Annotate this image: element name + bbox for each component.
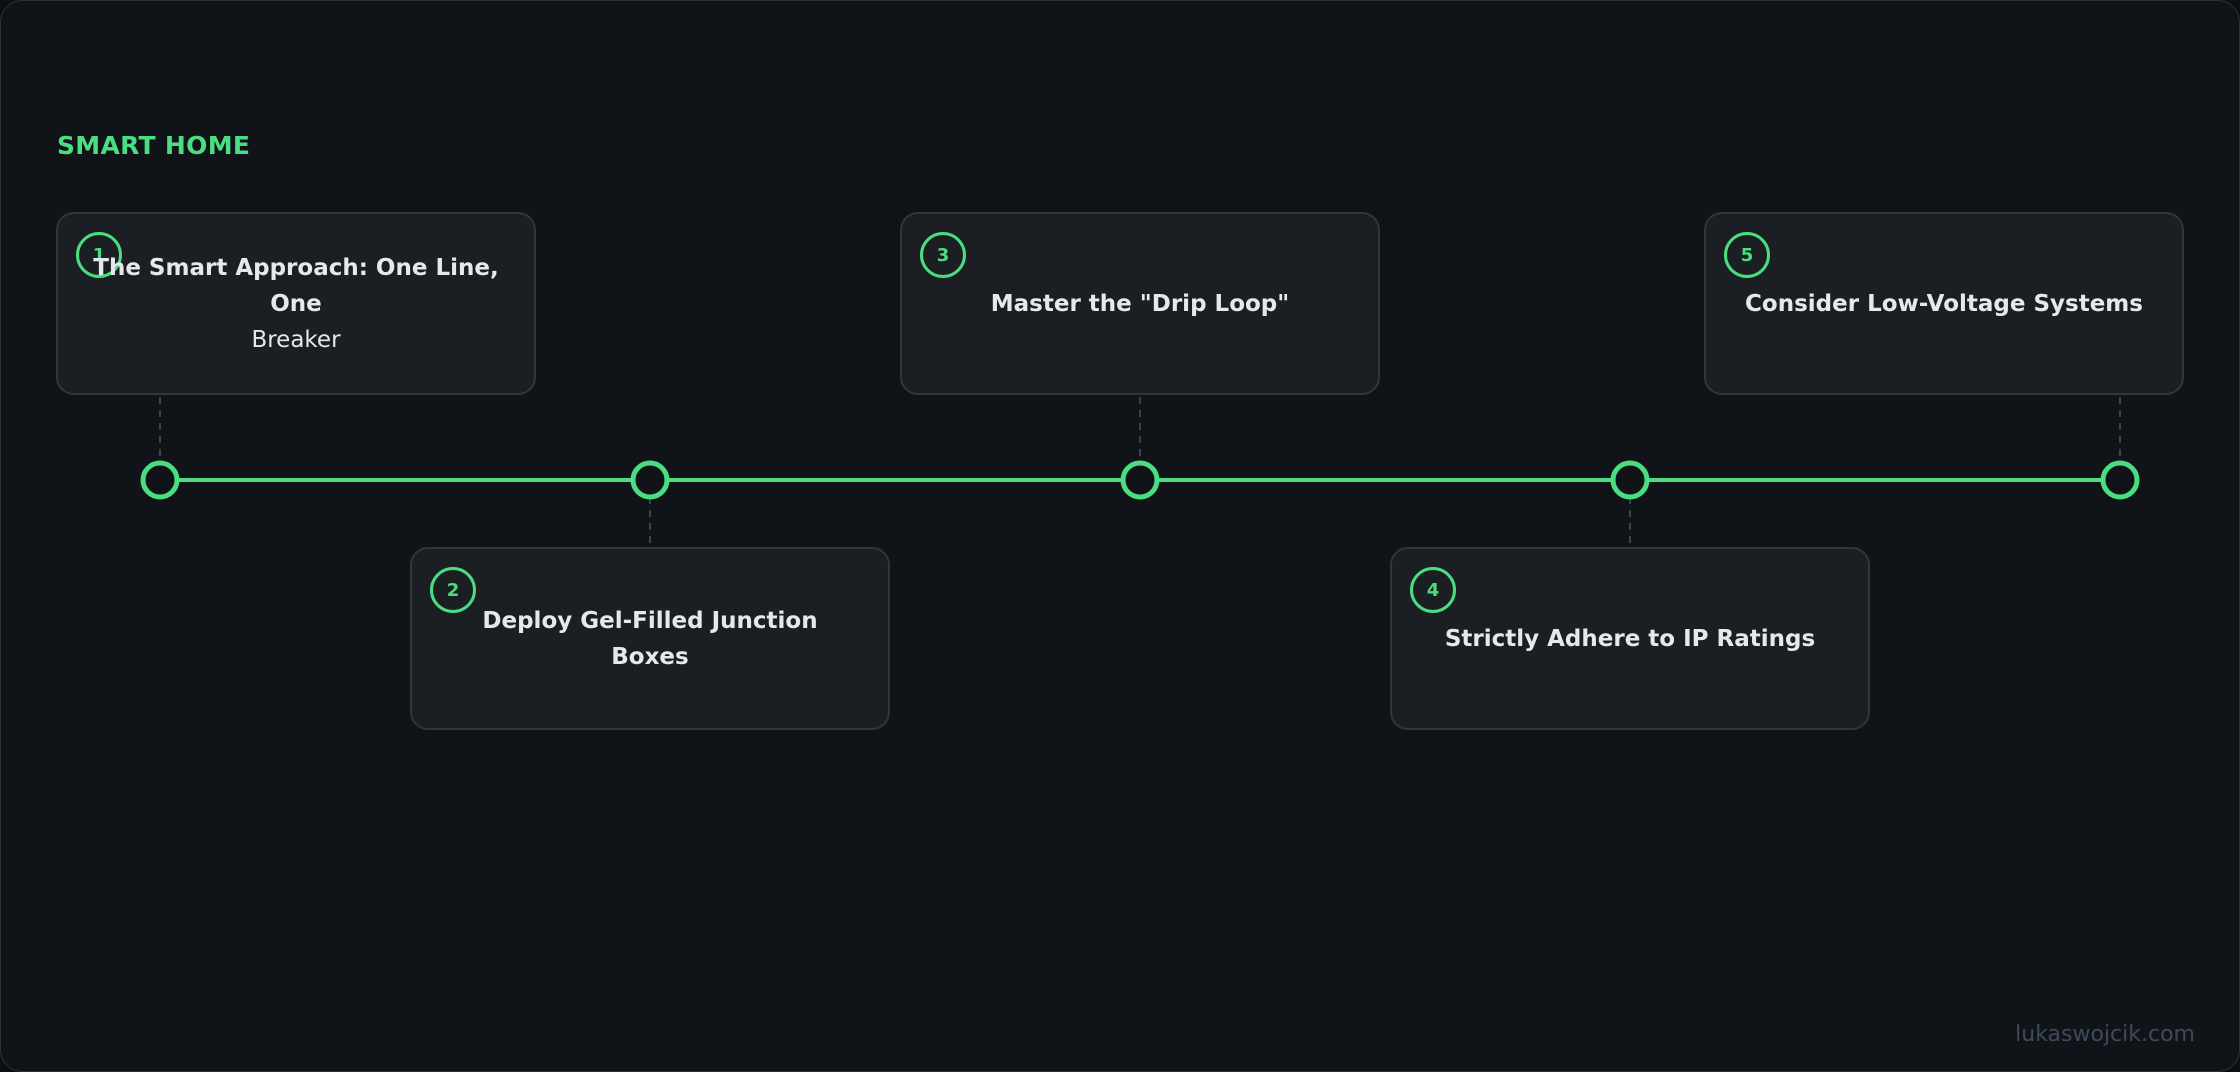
timeline-node-5 [2100, 460, 2140, 500]
step-card-4: 4 Strictly Adhere to IP Ratings [1390, 547, 1870, 730]
step-card-2: 2 Deploy Gel-Filled Junction Boxes [410, 547, 890, 730]
step-title: The Smart Approach: One Line, One Breake… [88, 214, 504, 393]
timeline-node-4 [1610, 460, 1650, 500]
step-title-line-1: Strictly Adhere to IP Ratings [1444, 625, 1816, 652]
step-title: Strictly Adhere to IP Ratings [1422, 549, 1838, 728]
step-title-line-1: The Smart Approach: One Line, One [93, 254, 499, 317]
step-card-3: 3 Master the "Drip Loop" [900, 212, 1380, 395]
footer-credit: lukaswojcik.com [2015, 1022, 2195, 1047]
timeline-node-1 [140, 460, 180, 500]
step-title: Deploy Gel-Filled Junction Boxes [442, 549, 858, 728]
step-card-1: 1 The Smart Approach: One Line, One Brea… [56, 212, 536, 395]
timeline-graphic [140, 397, 2140, 547]
step-title-line-2: Breaker [251, 326, 341, 353]
timeline-canvas: SMART HOME 1 The Smart Approach: One Lin… [0, 0, 2240, 1072]
step-title-line-1: Deploy Gel-Filled Junction Boxes [482, 607, 818, 670]
step-title: Master the "Drip Loop" [932, 214, 1348, 393]
step-title-line-1: Consider Low-Voltage Systems [1745, 290, 2143, 317]
timeline-node-3 [1120, 460, 1160, 500]
step-title-line-1: Master the "Drip Loop" [990, 290, 1290, 317]
step-title: Consider Low-Voltage Systems [1736, 214, 2152, 393]
step-card-5: 5 Consider Low-Voltage Systems [1704, 212, 2184, 395]
timeline-node-2 [630, 460, 670, 500]
